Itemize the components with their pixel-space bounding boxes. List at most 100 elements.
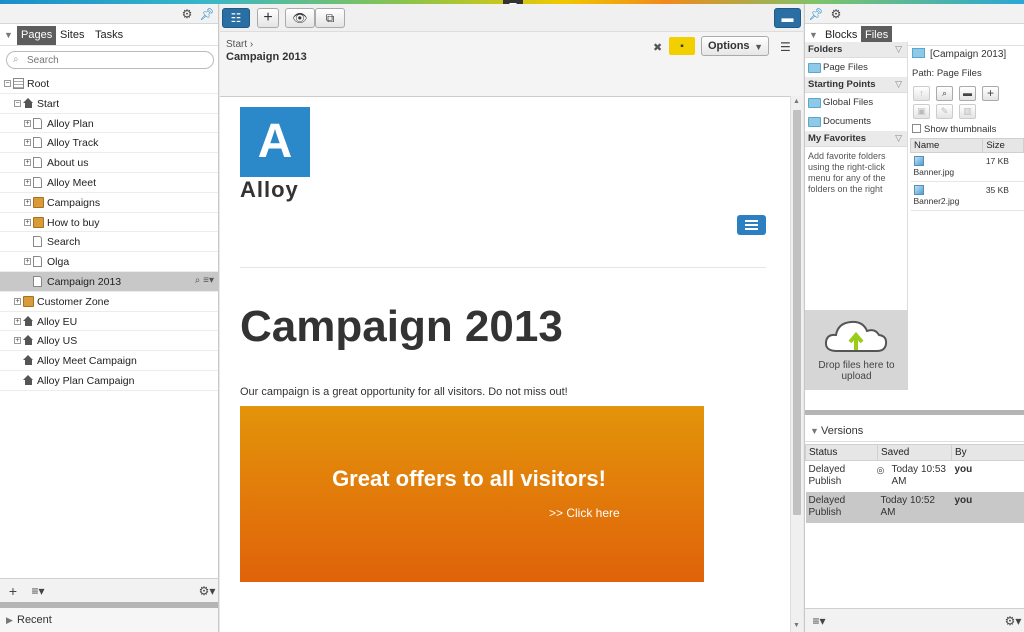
pin-icon[interactable]: 📌︎ [199,6,215,22]
tree-node-alloy-meet-campaign[interactable]: Alloy Meet Campaign [0,351,218,371]
version-column-by[interactable]: By [951,444,1024,461]
preview-scrollbar[interactable]: ▲ ▼ [790,96,803,632]
search-input[interactable] [27,53,207,67]
context-menu-icon[interactable]: ≡▾ [809,613,829,629]
preview-button[interactable]: ⧉ [315,8,345,28]
gear-icon[interactable]: ⚙ [179,6,195,22]
expand-icon[interactable]: + [14,317,21,325]
file-row[interactable]: Banner2.jpg 35 KB [910,181,1024,211]
tree-node-customer-zone[interactable]: + Customer Zone [0,292,218,312]
folder-global-files[interactable]: Global Files [805,93,907,112]
tree-node-alloy-us[interactable]: + Alloy US [0,331,218,352]
folder-page-files[interactable]: Page Files [805,58,907,77]
add-icon[interactable]: + [5,583,21,599]
edit-button[interactable]: ✎ [936,104,953,119]
tree-node-alloy-meet[interactable]: + Alloy Meet [0,173,218,193]
tree-node-how-to-buy[interactable]: + How to buy [0,213,218,233]
version-column-status[interactable]: Status [805,444,878,461]
expand-icon[interactable]: + [24,159,31,167]
breadcrumb[interactable]: Start › [226,39,253,50]
expand-icon[interactable]: + [14,337,21,345]
chevron-down-icon[interactable]: ▼ [809,30,818,40]
new-folder-button[interactable]: ▬ [959,86,976,101]
up-folder-button[interactable]: ↑ [913,86,930,101]
tree-node-label: Start [37,97,60,110]
version-row[interactable]: Delayed Publish ◎ Today 10:53 AM you [806,461,1024,492]
tab-sites[interactable]: Sites [56,26,88,45]
add-file-button[interactable]: + [982,86,999,101]
show-thumbnails-toggle[interactable]: Show thumbnails [912,124,996,135]
tree-node-alloy-plan-campaign[interactable]: Alloy Plan Campaign [0,371,218,391]
checkbox[interactable] [912,124,921,133]
file-column-size[interactable]: Size [982,138,1024,153]
preview-intro[interactable]: Our campaign is a great opportunity for … [240,386,568,398]
tree-node-root[interactable]: − Root [0,74,218,94]
alloy-logo[interactable]: A [240,107,310,177]
expand-icon[interactable]: + [24,198,31,206]
collapse-icon[interactable]: − [14,99,21,107]
delete-button[interactable]: ▥ [959,104,976,119]
view-mode-button[interactable]: 👁︎ [285,8,315,28]
options-button[interactable]: Options ▼ [701,36,769,56]
expand-icon[interactable]: + [24,258,31,266]
expand-icon[interactable]: + [24,178,31,186]
node-context-menu-icon[interactable]: ⌕ ≡▾ [195,275,214,286]
my-favorites-header[interactable]: My Favorites ▽ [805,131,907,147]
versions-header[interactable]: ▼ Versions [805,420,1024,442]
starting-points-header[interactable]: Starting Points ▽ [805,77,907,93]
collapse-icon[interactable]: − [4,80,11,87]
assets-pane-toggle-button[interactable]: ▬ [774,8,801,28]
file-column-name[interactable]: Name [909,138,984,153]
expand-icon[interactable]: + [24,119,31,127]
file-drop-zone[interactable]: Drop files here to upload [805,310,908,390]
context-menu-icon[interactable]: ≡▾ [28,583,48,599]
tree-node-search[interactable]: Search [0,232,218,253]
list-icon[interactable]: ☰ [780,40,791,54]
tree-node-alloy-eu[interactable]: + Alloy EU [0,312,218,332]
file-size: 35 KB [982,181,1024,211]
banner-link[interactable]: >> Click here [549,506,620,520]
expand-icon[interactable]: + [24,218,31,226]
version-row[interactable]: Delayed Publish Today 10:52 AM you [805,491,1024,523]
home-icon [23,355,34,366]
tab-tasks[interactable]: Tasks [91,26,127,45]
preview-heading[interactable]: Campaign 2013 [240,302,563,352]
create-button[interactable]: + [257,8,279,28]
gear-icon[interactable]: ⚙ [828,6,844,22]
recent-label: Recent [17,614,52,626]
favorites-hint: Add favorite folders using the right-cli… [808,151,886,194]
folder-documents[interactable]: Documents [805,112,907,131]
tree-node-campaigns[interactable]: + Campaigns [0,193,218,213]
tree-node-about-us[interactable]: + About us [0,153,218,173]
version-column-saved[interactable]: Saved [877,444,952,461]
tree-node-label: Campaigns [47,196,101,209]
scroll-down-icon[interactable]: ▼ [793,622,800,629]
recent-section[interactable]: ▶ Recent [0,608,218,632]
tools-icon[interactable]: ✖ [653,41,662,54]
scrollbar-thumb[interactable] [793,110,801,515]
file-name: Banner.jpg [913,167,955,177]
tree-node-start[interactable]: − Start [0,94,218,114]
settings-menu-icon[interactable]: ⚙▾ [1003,613,1023,629]
tree-node-alloy-plan[interactable]: + Alloy Plan [0,114,218,134]
hamburger-menu-button[interactable] [737,215,766,235]
search-files-button[interactable]: ⌕ [936,86,953,101]
file-row[interactable]: Banner.jpg 17 KB [910,152,1024,182]
expand-icon[interactable]: + [14,297,21,305]
alloy-logo-text: Alloy [240,177,299,202]
tree-node-campaign-2013[interactable]: Campaign 2013 ⌕ ≡▾ [0,271,218,292]
chevron-down-icon[interactable]: ▼ [4,30,13,40]
tree-node-alloy-track[interactable]: + Alloy Track [0,133,218,154]
tree-node-olga[interactable]: + Olga [0,252,218,272]
page-tree-toggle-button[interactable]: ☷ [222,8,250,28]
campaign-banner[interactable]: Great offers to all visitors! >> Click h… [240,406,704,582]
pane-splitter[interactable] [805,410,1024,415]
lock-button[interactable]: ▣ [913,104,930,119]
settings-menu-icon[interactable]: ⚙▾ [197,583,217,599]
pin-icon[interactable]: 📌︎ [808,6,824,22]
folders-header[interactable]: Folders ▽ [805,42,907,58]
comment-button[interactable]: ▪ [669,37,695,55]
expand-icon[interactable]: + [24,139,31,147]
scroll-up-icon[interactable]: ▲ [793,98,800,105]
tab-pages[interactable]: Pages [17,26,57,45]
